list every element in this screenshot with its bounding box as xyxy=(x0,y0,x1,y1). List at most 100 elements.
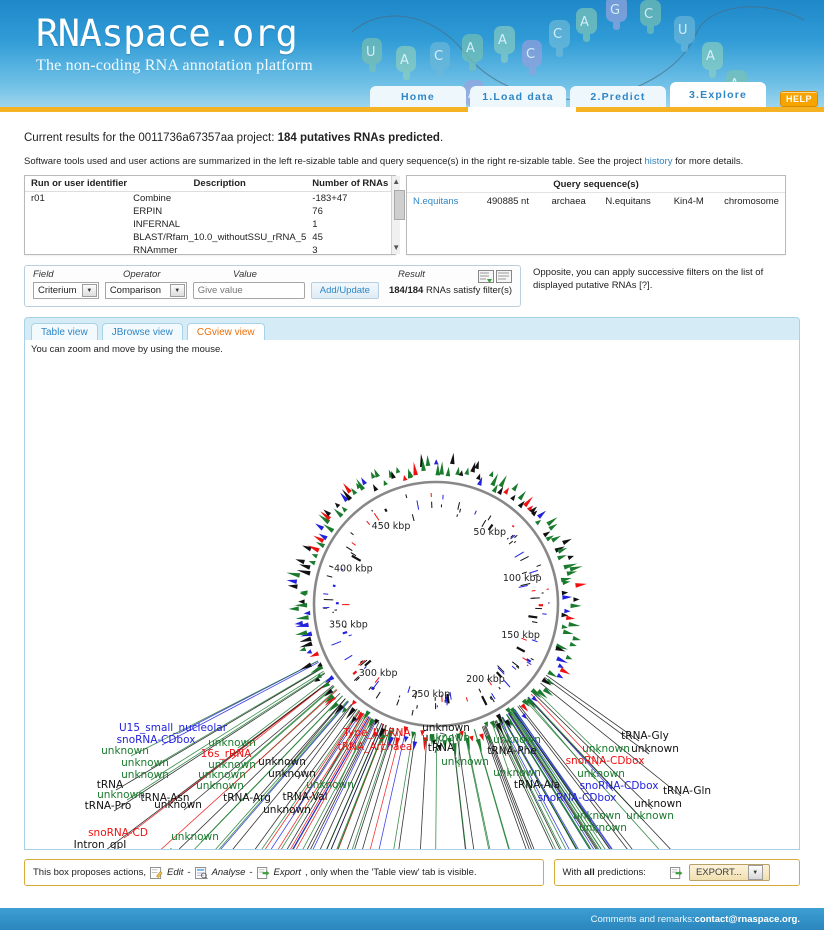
chevron-down-icon[interactable]: ▼ xyxy=(81,284,97,297)
save-filter-icon[interactable] xyxy=(478,270,494,283)
feature-arrow[interactable] xyxy=(433,459,439,465)
feature-label[interactable]: tRNA-Gln xyxy=(663,785,711,797)
feature-label[interactable]: snoRNA-CD xyxy=(88,827,148,839)
feature-label[interactable]: unknown xyxy=(631,743,679,755)
table-row[interactable]: INFERNAL 1 xyxy=(25,218,391,231)
feature-arrow[interactable] xyxy=(470,461,476,473)
feature-arrow[interactable] xyxy=(557,554,567,561)
feature-label[interactable]: unknown xyxy=(579,822,627,834)
feature-label[interactable]: unknown xyxy=(263,804,311,816)
export-icon[interactable] xyxy=(669,866,683,879)
export-icon[interactable] xyxy=(256,866,270,879)
export-dropdown-button[interactable]: EXPORT... ▼ xyxy=(688,864,770,881)
feature-label[interactable]: unknown xyxy=(121,757,169,769)
feature-arrow[interactable] xyxy=(464,467,469,476)
feature-arrow[interactable] xyxy=(455,466,460,476)
nav-tab-explore[interactable]: 3.Explore xyxy=(670,82,766,108)
table-row[interactable]: RNAmmer 3 xyxy=(25,244,391,257)
footer-contact[interactable]: contact@rnaspace.org. xyxy=(695,914,800,925)
feature-arrow[interactable] xyxy=(286,572,301,578)
feature-arrow[interactable] xyxy=(564,608,571,614)
feature-arrow[interactable] xyxy=(315,523,325,531)
feature-label[interactable]: tRNA-Phe xyxy=(487,745,536,757)
feature-arrow[interactable] xyxy=(488,471,494,478)
feature-arrow[interactable] xyxy=(303,610,311,616)
nav-tab-home[interactable]: Home xyxy=(370,86,466,108)
table-row[interactable]: r01 Combine -183+47 xyxy=(25,192,391,206)
edit-icon[interactable] xyxy=(150,866,163,879)
feature-arrow[interactable] xyxy=(294,620,304,626)
feature-arrow[interactable] xyxy=(435,463,441,476)
export-label[interactable]: Export xyxy=(274,867,301,878)
feature-label[interactable]: snoRNA-CDbox xyxy=(566,755,645,767)
feature-arrow[interactable] xyxy=(299,641,313,648)
feature-label[interactable]: unknown xyxy=(154,799,202,811)
feature-label[interactable]: unknown xyxy=(306,779,354,791)
feature-arrow[interactable] xyxy=(439,461,444,475)
feature-arrow[interactable] xyxy=(299,564,311,570)
chevron-down-icon[interactable]: ▼ xyxy=(169,284,185,297)
feature-label[interactable]: tRNA xyxy=(428,742,455,754)
feature-label[interactable]: unknown xyxy=(171,831,219,843)
field-select[interactable]: Criterium ▼ xyxy=(33,282,99,299)
nav-tab-load-data[interactable]: 1.Load data xyxy=(470,86,566,108)
feature-label[interactable]: U15_small_nucleolar xyxy=(119,722,228,734)
feature-arrow[interactable] xyxy=(372,484,379,492)
feature-label[interactable]: unknown xyxy=(626,810,674,822)
query-sequence-link[interactable]: N.equitans xyxy=(413,196,487,207)
feature-arrow[interactable] xyxy=(565,654,573,660)
feature-arrow[interactable] xyxy=(567,555,574,561)
feature-arrow[interactable] xyxy=(445,466,451,477)
feature-arrow[interactable] xyxy=(351,699,357,706)
feature-arrow[interactable] xyxy=(556,673,564,679)
feature-label[interactable]: unknown xyxy=(573,810,621,822)
feature-arrow[interactable] xyxy=(383,480,388,486)
feature-arrow[interactable] xyxy=(561,624,568,629)
feature-arrow[interactable] xyxy=(333,508,344,518)
feature-arrow[interactable] xyxy=(475,473,481,481)
feature-arrow[interactable] xyxy=(572,635,581,641)
feature-arrow[interactable] xyxy=(498,475,507,488)
tab-jbrowse-view[interactable]: JBrowse view xyxy=(101,323,183,340)
feature-label[interactable]: unknown xyxy=(156,847,204,850)
feature-arrow[interactable] xyxy=(569,566,583,572)
feature-arrow[interactable] xyxy=(562,595,573,600)
tab-cgview-view[interactable]: CGview view xyxy=(186,323,265,340)
feature-arrow[interactable] xyxy=(522,496,533,508)
feature-label[interactable]: snoRNA-CDbox xyxy=(538,792,617,804)
history-link[interactable]: history xyxy=(644,156,672,167)
feature-arrow[interactable] xyxy=(425,454,431,467)
feature-arrow[interactable] xyxy=(391,470,396,479)
feature-arrow[interactable] xyxy=(288,606,299,612)
feature-arrow[interactable] xyxy=(575,583,587,588)
feature-arrow[interactable] xyxy=(334,502,341,509)
cgview-circular-map[interactable]: 50 kbp 100 kbp 150 kbp 200 kbp 250 kbp 300 kb… xyxy=(25,354,800,850)
feature-arrow[interactable] xyxy=(547,670,558,678)
feature-arrow[interactable] xyxy=(295,630,308,636)
feature-label[interactable]: unknown xyxy=(493,767,541,779)
feature-label[interactable]: unknown xyxy=(441,756,489,768)
scrollbar-thumb[interactable] xyxy=(394,190,406,220)
feature-label[interactable]: unknown xyxy=(582,743,630,755)
feature-arrow[interactable] xyxy=(323,524,335,533)
feature-arrow[interactable] xyxy=(306,649,313,654)
analyse-icon[interactable] xyxy=(194,866,208,879)
feature-arrow[interactable] xyxy=(449,452,455,465)
feature-arrow[interactable] xyxy=(287,584,298,589)
feature-arrow[interactable] xyxy=(298,599,305,604)
feature-label[interactable]: tRNA-Arg xyxy=(223,792,271,804)
add-update-button[interactable]: Add/Update xyxy=(310,282,379,299)
feature-arrow[interactable] xyxy=(562,580,571,586)
help-button[interactable]: HELP xyxy=(780,91,819,107)
operator-select[interactable]: Comparison ▼ xyxy=(104,282,187,299)
feature-label[interactable]: Intron_gpI xyxy=(74,839,127,850)
feature-arrow[interactable] xyxy=(562,629,574,635)
edit-label[interactable]: Edit xyxy=(167,867,183,878)
load-filter-icon[interactable] xyxy=(496,270,512,283)
feature-arrow[interactable] xyxy=(562,538,572,546)
runs-table-scrollbar[interactable]: ▲ ▼ xyxy=(391,176,406,254)
feature-label[interactable]: tRNA-Gly xyxy=(621,730,669,742)
feature-arrow[interactable] xyxy=(475,738,482,752)
feature-arrow[interactable] xyxy=(559,667,571,675)
scroll-down-icon[interactable]: ▼ xyxy=(392,242,400,254)
